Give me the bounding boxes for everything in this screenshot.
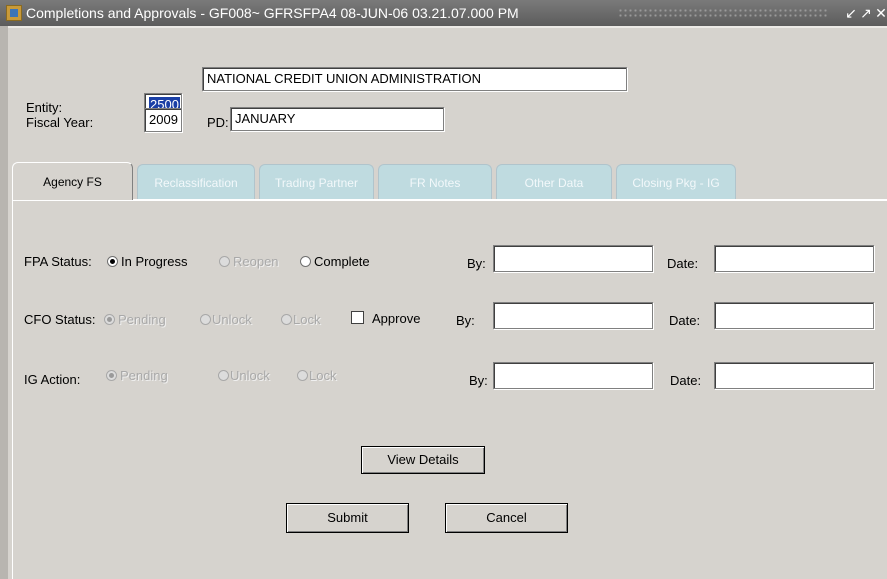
submit-button[interactable]: Submit [286, 503, 409, 533]
pd-label: PD: [207, 115, 229, 130]
window-title: Completions and Approvals - GF008~ GFRSF… [26, 5, 519, 21]
tab-fr-notes[interactable]: FR Notes [378, 164, 492, 200]
fpa-status-label: FPA Status: [24, 254, 92, 269]
cfo-unlock-radio[interactable] [200, 314, 211, 325]
view-details-button[interactable]: View Details [361, 446, 485, 474]
fpa-reopen-label[interactable]: Reopen [233, 254, 279, 270]
close-icon[interactable]: ✕ [874, 0, 887, 26]
approve-label[interactable]: Approve [372, 311, 420, 327]
ig-by-field[interactable] [493, 362, 653, 389]
window-frame [0, 26, 8, 579]
entity-label: Entity: [26, 100, 63, 115]
cfo-unlock-label[interactable]: Unlock [212, 312, 252, 328]
entity-name-field[interactable]: NATIONAL CREDIT UNION ADMINISTRATION [202, 67, 627, 91]
ig-action-label: IG Action: [24, 372, 81, 387]
ig-pending-radio[interactable] [106, 370, 117, 381]
fiscal-year-label: Fiscal Year: [26, 115, 94, 130]
cancel-button[interactable]: Cancel [445, 503, 568, 533]
fpa-date-label: Date: [667, 256, 699, 271]
fiscal-year-value: 2009 [149, 112, 178, 127]
pd-value: JANUARY [235, 111, 296, 126]
app-icon [6, 5, 22, 21]
pd-field[interactable]: JANUARY [230, 107, 444, 131]
tab-reclassification[interactable]: Reclassification [137, 164, 255, 200]
fpa-complete-radio[interactable] [300, 256, 311, 267]
cfo-lock-radio[interactable] [281, 314, 292, 325]
tab-panel-border [12, 199, 887, 201]
fpa-complete-label[interactable]: Complete [314, 254, 370, 270]
cfo-by-field[interactable] [493, 302, 653, 329]
ig-unlock-label[interactable]: Unlock [230, 368, 270, 384]
fpa-reopen-radio[interactable] [219, 256, 230, 267]
cfo-status-label: CFO Status: [24, 312, 96, 327]
cfo-date-field[interactable] [714, 302, 874, 329]
frame-highlight [8, 26, 887, 28]
tab-closing-pkg-ig[interactable]: Closing Pkg - IG [616, 164, 736, 200]
minimize-icon[interactable]: ↙ [844, 0, 858, 26]
cfo-pending-label[interactable]: Pending [118, 312, 166, 328]
ig-lock-label[interactable]: Lock [309, 368, 336, 384]
tab-panel-left-border [12, 199, 13, 579]
cfo-date-label: Date: [669, 313, 701, 328]
fpa-date-field[interactable] [714, 245, 874, 272]
title-bar: Completions and Approvals - GF008~ GFRSF… [0, 0, 887, 26]
approve-checkbox[interactable] [351, 311, 364, 324]
fpa-in-progress-radio[interactable] [107, 256, 118, 267]
fpa-by-label: By: [467, 256, 486, 271]
fpa-by-field[interactable] [493, 245, 653, 272]
cfo-pending-radio[interactable] [104, 314, 115, 325]
cfo-by-label: By: [456, 313, 475, 328]
ig-pending-label[interactable]: Pending [120, 368, 168, 384]
cfo-lock-label[interactable]: Lock [293, 312, 320, 328]
ig-unlock-radio[interactable] [218, 370, 229, 381]
ig-by-label: By: [469, 373, 488, 388]
title-bar-grip[interactable] [618, 8, 828, 18]
ig-date-label: Date: [670, 373, 702, 388]
tab-agency-fs[interactable]: Agency FS [12, 162, 133, 200]
tab-other-data[interactable]: Other Data [496, 164, 612, 200]
fpa-in-progress-label[interactable]: In Progress [121, 254, 187, 270]
fiscal-year-field[interactable]: 2009 [144, 108, 182, 132]
ig-lock-radio[interactable] [297, 370, 308, 381]
maximize-icon[interactable]: ↗ [859, 0, 873, 26]
tab-trading-partner[interactable]: Trading Partner [259, 164, 374, 200]
ig-date-field[interactable] [714, 362, 874, 389]
entity-name-value: NATIONAL CREDIT UNION ADMINISTRATION [207, 71, 481, 86]
